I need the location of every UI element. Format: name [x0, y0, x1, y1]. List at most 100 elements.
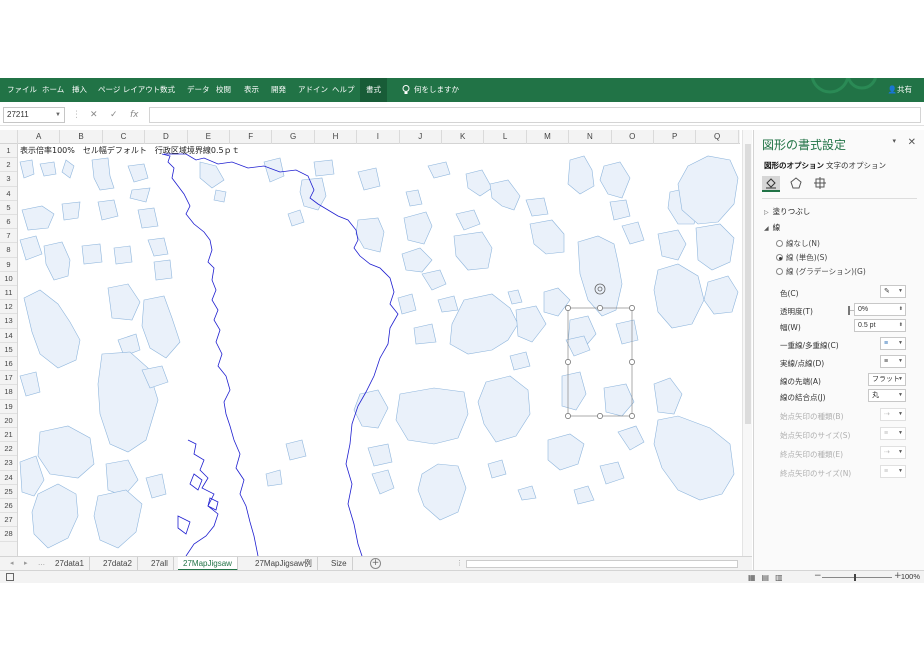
select-all-corner[interactable] — [0, 130, 18, 144]
row-header-20[interactable]: 20 — [0, 414, 17, 428]
transparency-input[interactable]: 0% ⬍ — [854, 303, 906, 316]
join-type-dropdown[interactable]: 丸 ▼ — [868, 389, 906, 402]
worksheet[interactable]: 表示倍率100% セル幅デフォルト 行政区域境界線0.5ｐｔ — [18, 144, 740, 556]
column-header-j[interactable]: J — [400, 130, 442, 144]
sheet-tab-27data1[interactable]: 27data1 — [50, 557, 90, 571]
column-header-a[interactable]: A — [18, 130, 61, 144]
radio-button[interactable] — [776, 240, 783, 247]
column-header-o[interactable]: O — [612, 130, 654, 144]
column-header-i[interactable]: I — [357, 130, 400, 144]
pane-close-button[interactable]: ✕ — [908, 137, 916, 148]
radio-button[interactable] — [776, 268, 783, 275]
zoom-slider[interactable] — [822, 574, 892, 581]
column-header-q[interactable]: Q — [696, 130, 739, 144]
formula-input[interactable] — [149, 107, 921, 123]
end-arrow-type-dropdown[interactable]: ⇢ ▼ — [880, 446, 906, 459]
column-header-l[interactable]: L — [484, 130, 527, 144]
column-header-h[interactable]: H — [315, 130, 358, 144]
zoom-level[interactable]: 100% — [901, 572, 920, 581]
tab-page-layout[interactable]: ページ レイアウト — [98, 78, 160, 102]
tab-format[interactable]: 書式 — [360, 78, 387, 102]
row-header-23[interactable]: 23 — [0, 456, 17, 471]
row-header-24[interactable]: 24 — [0, 471, 17, 485]
column-header-n[interactable]: N — [569, 130, 612, 144]
radio-button[interactable] — [776, 254, 783, 261]
tab-insert[interactable]: 挿入 — [72, 78, 87, 102]
row-header-10[interactable]: 10 — [0, 272, 17, 286]
sheet-tab-27data2[interactable]: 27data2 — [98, 557, 138, 571]
column-header-b[interactable]: B — [60, 130, 103, 144]
line-color-picker[interactable]: ✎ ▼ — [880, 285, 906, 298]
column-header-m[interactable]: M — [527, 130, 570, 144]
tab-home[interactable]: ホーム — [42, 78, 64, 102]
pane-options-icon[interactable]: ▾ — [892, 137, 896, 145]
tab-help[interactable]: ヘルプ — [332, 78, 355, 102]
tab-formulas[interactable]: 数式 — [160, 78, 175, 102]
effects-icon[interactable] — [787, 176, 805, 192]
row-header-6[interactable]: 6 — [0, 215, 17, 230]
tab-text-options[interactable]: 文字のオプション — [826, 160, 886, 171]
tab-view[interactable]: 表示 — [244, 78, 259, 102]
share-button[interactable]: 👤共有 — [888, 78, 912, 102]
tab-review[interactable]: 校閲 — [216, 78, 231, 102]
column-header-e[interactable]: E — [188, 130, 230, 144]
scroll-tabs-right-icon[interactable]: ▸ — [24, 557, 28, 570]
row-header-15[interactable]: 15 — [0, 343, 17, 357]
macro-record-icon[interactable] — [6, 573, 14, 581]
vertical-scrollbar[interactable] — [742, 130, 752, 556]
name-box[interactable]: 27211 ▼ — [3, 107, 65, 123]
more-tabs-icon[interactable]: … — [38, 557, 45, 570]
horizontal-scrollbar[interactable] — [466, 560, 738, 568]
begin-arrow-size-dropdown[interactable]: ≡ ▼ — [880, 427, 906, 440]
row-header-11[interactable]: 11 — [0, 286, 17, 301]
row-header-19[interactable]: 19 — [0, 400, 17, 414]
row-header-12[interactable]: 12 — [0, 300, 17, 315]
column-header-g[interactable]: G — [272, 130, 315, 144]
cancel-icon[interactable]: ✕ — [90, 107, 98, 123]
tell-me-search[interactable]: 何をしますか — [402, 78, 459, 102]
row-header-21[interactable]: 21 — [0, 428, 17, 443]
tab-file[interactable]: ファイル — [7, 78, 37, 102]
row-header-17[interactable]: 17 — [0, 371, 17, 386]
insert-function-icon[interactable]: fx — [130, 107, 139, 123]
sheet-tab-27all[interactable]: 27all — [146, 557, 174, 571]
tab-developer[interactable]: 開発 — [271, 78, 286, 102]
enter-icon[interactable]: ✓ — [110, 107, 118, 123]
row-header-18[interactable]: 18 — [0, 385, 17, 400]
radio-solid-line[interactable]: 線 (単色)(S) — [776, 252, 827, 263]
row-header-27[interactable]: 27 — [0, 513, 17, 528]
row-header-2[interactable]: 2 — [0, 158, 17, 173]
dash-type-dropdown[interactable]: ≡ ▼ — [880, 355, 906, 368]
view-buttons[interactable]: ▦▤▥ — [748, 573, 789, 582]
row-header-28[interactable]: 28 — [0, 527, 17, 542]
begin-arrow-type-dropdown[interactable]: ⇢ ▼ — [880, 408, 906, 421]
row-header-1[interactable]: 1 — [0, 144, 17, 159]
zoom-out-button[interactable]: − — [814, 571, 822, 581]
scroll-thumb[interactable] — [745, 144, 751, 424]
column-header-d[interactable]: D — [145, 130, 188, 144]
fill-section-header[interactable]: ▷ 塗りつぶし — [764, 206, 810, 217]
column-header-f[interactable]: F — [230, 130, 273, 144]
width-input[interactable]: 0.5 pt ⬍ — [854, 319, 906, 332]
row-header-8[interactable]: 8 — [0, 243, 17, 258]
column-header-p[interactable]: P — [654, 130, 697, 144]
column-header-k[interactable]: K — [442, 130, 485, 144]
row-header-3[interactable]: 3 — [0, 172, 17, 187]
radio-no-line[interactable]: 線なし(N) — [776, 238, 820, 249]
radio-gradient-line[interactable]: 線 (グラデーション)(G) — [776, 266, 866, 277]
compound-type-dropdown[interactable]: ≡ ▼ — [880, 337, 906, 350]
size-properties-icon[interactable] — [811, 176, 829, 192]
row-header-9[interactable]: 9 — [0, 258, 17, 272]
add-sheet-button[interactable]: + — [370, 558, 381, 569]
tab-shape-options[interactable]: 図形のオプション — [764, 160, 824, 171]
row-header-16[interactable]: 16 — [0, 357, 17, 372]
row-header-25[interactable]: 25 — [0, 485, 17, 499]
sheet-tab-size[interactable]: Size — [326, 557, 353, 571]
row-header-4[interactable]: 4 — [0, 187, 17, 201]
row-header-22[interactable]: 22 — [0, 442, 17, 457]
sheet-tab-27mapjigsaw-example[interactable]: 27MapJigsaw例 — [250, 557, 318, 571]
tab-addins[interactable]: アドイン — [298, 78, 328, 102]
row-header-26[interactable]: 26 — [0, 499, 17, 514]
row-header-13[interactable]: 13 — [0, 314, 17, 329]
row-header-5[interactable]: 5 — [0, 201, 17, 215]
